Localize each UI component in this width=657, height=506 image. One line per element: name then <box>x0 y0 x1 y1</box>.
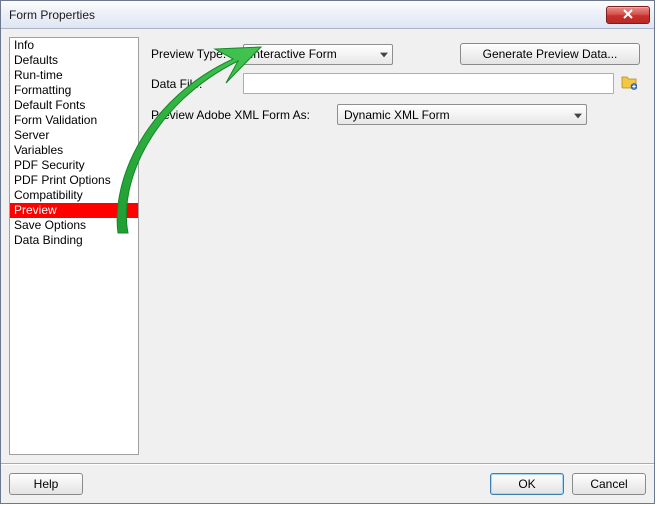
preview-type-label: Preview Type: <box>151 47 237 61</box>
dialog-footer: Help OK Cancel <box>1 463 654 503</box>
ok-button[interactable]: OK <box>490 473 564 495</box>
sidebar-item-run-time[interactable]: Run-time <box>10 68 138 83</box>
chevron-down-icon <box>380 47 388 61</box>
generate-preview-data-button[interactable]: Generate Preview Data... <box>460 43 640 65</box>
data-file-row: Data File: <box>151 73 640 94</box>
category-list[interactable]: InfoDefaultsRun-timeFormattingDefault Fo… <box>9 37 139 455</box>
sidebar-item-pdf-security[interactable]: PDF Security <box>10 158 138 173</box>
close-icon <box>623 8 633 22</box>
preview-type-value: Interactive Form <box>250 47 337 61</box>
sidebar-item-defaults[interactable]: Defaults <box>10 53 138 68</box>
help-button[interactable]: Help <box>9 473 83 495</box>
window-title: Form Properties <box>9 8 95 22</box>
data-file-input[interactable] <box>243 73 614 94</box>
sidebar-item-formatting[interactable]: Formatting <box>10 83 138 98</box>
preview-type-combo[interactable]: Interactive Form <box>243 44 393 65</box>
sidebar-item-save-options[interactable]: Save Options <box>10 218 138 233</box>
preview-panel: Preview Type: Interactive Form Generate … <box>145 37 646 455</box>
titlebar: Form Properties <box>1 1 654 29</box>
sidebar-item-server[interactable]: Server <box>10 128 138 143</box>
preview-adobe-combo[interactable]: Dynamic XML Form <box>337 104 587 125</box>
sidebar-item-compatibility[interactable]: Compatibility <box>10 188 138 203</box>
folder-icon <box>621 74 637 93</box>
sidebar-item-preview[interactable]: Preview <box>10 203 138 218</box>
preview-adobe-value: Dynamic XML Form <box>344 108 450 122</box>
sidebar-item-form-validation[interactable]: Form Validation <box>10 113 138 128</box>
chevron-down-icon <box>574 108 582 122</box>
sidebar-item-pdf-print-options[interactable]: PDF Print Options <box>10 173 138 188</box>
browse-button[interactable] <box>620 75 638 93</box>
data-file-label: Data File: <box>151 77 237 91</box>
preview-type-row: Preview Type: Interactive Form Generate … <box>151 41 640 67</box>
sidebar-item-data-binding[interactable]: Data Binding <box>10 233 138 248</box>
preview-adobe-row: Preview Adobe XML Form As: Dynamic XML F… <box>151 104 640 125</box>
preview-adobe-label: Preview Adobe XML Form As: <box>151 108 331 122</box>
sidebar-item-info[interactable]: Info <box>10 38 138 53</box>
close-button[interactable] <box>606 6 650 24</box>
form-properties-dialog: Form Properties InfoDefaultsRun-timeForm… <box>0 0 655 504</box>
sidebar-item-variables[interactable]: Variables <box>10 143 138 158</box>
sidebar-item-default-fonts[interactable]: Default Fonts <box>10 98 138 113</box>
dialog-body: InfoDefaultsRun-timeFormattingDefault Fo… <box>1 29 654 463</box>
cancel-button[interactable]: Cancel <box>572 473 646 495</box>
